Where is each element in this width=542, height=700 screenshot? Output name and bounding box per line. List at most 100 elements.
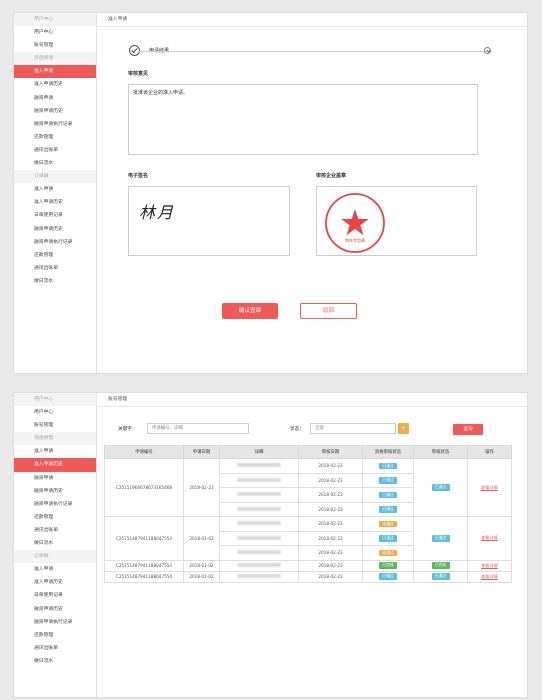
confirm-seal-button[interactable]: 确认签章 (222, 303, 278, 319)
sidebar-item[interactable]: 还款管理 (14, 249, 96, 262)
qualification-status-cell: 已通过 (362, 472, 414, 488)
status-badge: 未通过 (379, 549, 397, 556)
sidebar-item[interactable]: 准入申请 (14, 445, 96, 458)
view-detail-link[interactable]: 查看详情 (481, 563, 498, 568)
application-id: C25151487941188047554 (104, 516, 184, 561)
action-cell: 查看详情 (467, 516, 512, 561)
sidebar-item[interactable]: 账号管理 (14, 419, 96, 432)
sidebar-item[interactable]: 融资申请 (14, 92, 96, 105)
signature-box: 林月 (128, 186, 290, 256)
sidebar-group-header: 保函保理 (14, 432, 96, 446)
application-date: 2018-02-23 (183, 458, 220, 517)
column-header: 审核状态 (413, 445, 468, 459)
detail-cell (219, 501, 299, 517)
sidebar-item[interactable]: 融资申请执行记录 (14, 498, 96, 511)
application-date: 2018-01-02 (183, 570, 220, 583)
sidebar-item[interactable]: 账号管理 (14, 39, 96, 52)
sidebar-item[interactable]: 用户中心 (14, 26, 96, 39)
table-row: C25151966678673165468 2018-02-23 2018-02-2… (104, 458, 512, 517)
sidebar-group-header: 保函保理 (14, 52, 96, 66)
sidebar-item[interactable]: 做日流水 (14, 537, 96, 550)
qualification-status-cell: 已通过 (362, 570, 414, 583)
view-detail-link[interactable]: 查看详情 (481, 535, 498, 540)
action-cell: 查看详情 (467, 458, 512, 517)
audit-date: 2018-02-23 (298, 472, 363, 488)
sidebar-item[interactable]: 融资申请执行记录 (14, 118, 96, 131)
opinion-textarea[interactable]: 批准该企业的准入申请。 (128, 84, 478, 155)
reject-button[interactable]: 驳回 (300, 303, 357, 319)
sidebar-item[interactable]: 做日流水 (14, 157, 96, 170)
dropdown-plus-icon[interactable]: + (398, 423, 409, 434)
redacted-detail (237, 477, 281, 482)
sidebar-item[interactable]: 融资申请 (14, 472, 96, 485)
sidebar-item[interactable]: 通讯出账单 (14, 524, 96, 537)
view-detail-link[interactable]: 查看详情 (481, 485, 498, 490)
detail-cell (219, 570, 299, 583)
collapse-icon[interactable] (484, 47, 491, 54)
status-badge: 已完成 (431, 562, 450, 569)
sidebar-item[interactable]: 融资申请历史 (14, 223, 96, 236)
sidebar-item[interactable]: 通讯出账单 (14, 144, 96, 157)
sidebar-item[interactable]: 准入申请历史 (14, 458, 96, 472)
search-button[interactable]: 查询 (453, 424, 483, 435)
sidebar-group-header: 用户中心 (14, 393, 96, 407)
sidebar-item[interactable]: 还款管理 (14, 131, 96, 144)
status-badge: 已通过 (379, 491, 397, 498)
view-detail-link[interactable]: 查看详情 (481, 574, 498, 579)
sidebar-item[interactable]: 用户中心 (14, 406, 96, 419)
sidebar-item[interactable]: 还款管理 (14, 629, 96, 642)
column-header: 详细 (219, 445, 299, 459)
redacted-detail (237, 550, 281, 555)
sidebar-item[interactable]: 融资申请历史 (14, 603, 96, 616)
sidebar-item[interactable]: 准入申请 (14, 65, 96, 79)
column-header: 审核日期 (298, 445, 363, 459)
sidebar-item[interactable]: 融资申请执行记录 (14, 236, 96, 249)
sidebar-item[interactable]: 准入申请历史 (14, 576, 96, 589)
redacted-detail (237, 492, 281, 497)
audit-date: 2018-02-23 (298, 570, 363, 583)
column-header: 资格审核状态 (362, 445, 414, 459)
sidebar-item[interactable]: 融资申请历史 (14, 105, 96, 118)
redacted-detail (237, 574, 281, 578)
detail-cell (219, 559, 299, 572)
keyword-label: 关键字： (118, 427, 137, 432)
sidebar-item[interactable]: 日单使用记录 (14, 589, 96, 602)
divider (139, 50, 492, 52)
sidebar-item[interactable]: 准入申请 (14, 183, 96, 196)
sidebar-item[interactable]: 融资申请执行记录 (14, 616, 96, 629)
status-badge: 未通过 (379, 520, 397, 527)
application-id: C25151487941188047554 (104, 570, 184, 583)
qualification-status-cell: 已通过 (362, 501, 414, 517)
qualification-status-cell: 未通过 (362, 516, 414, 532)
application-table: 申请编号 申请日期 详细 审核日期 资格审核状态 审核状态 操作 C251519666786… (104, 445, 512, 583)
column-header: 操作 (467, 445, 512, 459)
audit-status-cell: 已通过 (413, 516, 468, 561)
audit-date: 2018-02-23 (298, 559, 363, 572)
action-cell: 查看详情 (467, 559, 512, 572)
keyword-input[interactable]: 申请编号、详细 (147, 423, 249, 434)
seal-label: 审核企业盖章 (316, 173, 347, 179)
table-row: C25151487941188047554 2018-01-02 2018-02-2… (104, 516, 512, 561)
sidebar-item[interactable]: 融资申请历史 (14, 485, 96, 498)
breadcrumb: 账号管理 (98, 393, 527, 407)
status-badge: 已通过 (379, 535, 397, 542)
sidebar-item[interactable]: 还款管理 (14, 511, 96, 524)
sidebar-item[interactable]: 准入申请历史 (14, 78, 96, 91)
sidebar-item[interactable]: 日单使用记录 (14, 209, 96, 222)
status-badge: 已通过 (431, 573, 450, 580)
application-id: C25151966678673165468 (104, 458, 184, 517)
sidebar: 用户中心 用户中心 账号管理 保函保理 准入申请 准入申请历史 融资申请 融资申请历史 融资申请… (14, 13, 97, 373)
audit-date: 2018-02-23 (298, 545, 363, 561)
sidebar-item[interactable]: 做日流水 (14, 275, 96, 288)
status-select[interactable]: 全部 (310, 423, 396, 434)
sidebar-item[interactable]: 通讯出账单 (14, 642, 96, 655)
signature-handwriting: 林月 (139, 203, 176, 222)
sidebar-item[interactable]: 做日流水 (14, 655, 96, 668)
qualification-status-cell: 未通过 (362, 545, 414, 561)
sidebar-item[interactable]: 通讯出账单 (14, 262, 96, 275)
seal-stamp-icon (325, 193, 385, 253)
sidebar-item[interactable]: 准入申请历史 (14, 196, 96, 209)
audit-date: 2018-02-23 (298, 530, 363, 546)
status-badge: 已通过 (379, 573, 397, 580)
sidebar-item[interactable]: 准入申请 (14, 563, 96, 576)
